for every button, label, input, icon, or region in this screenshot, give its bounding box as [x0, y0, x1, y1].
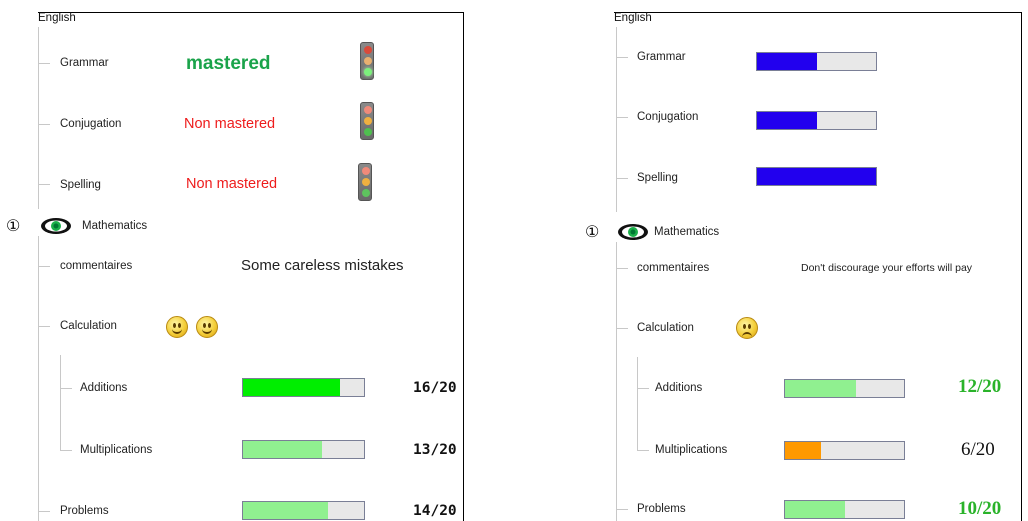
multiplications-score: 6/20 — [961, 439, 995, 460]
spelling-label: Spelling — [60, 179, 101, 191]
problems-progress-bar — [242, 501, 365, 520]
circled-one-marker: ① — [6, 218, 21, 235]
conjugation-label: Conjugation — [637, 111, 699, 123]
traffic-light-icon — [360, 42, 374, 80]
traffic-light-icon — [358, 163, 372, 201]
spelling-progress-bar — [756, 167, 877, 186]
mathematics-subject-label: Mathematics — [82, 220, 148, 232]
comments-label: commentaires — [637, 262, 710, 274]
sad-face-icon — [736, 317, 758, 339]
spelling-progress-fill — [757, 168, 876, 185]
problems-score: 10/20 — [958, 498, 1002, 519]
additions-progress-bar — [784, 379, 905, 398]
multiplications-progress-fill — [243, 441, 322, 458]
grammar-status: mastered — [186, 53, 271, 74]
conjugation-progress-fill — [757, 112, 817, 129]
additions-label: Additions — [655, 382, 703, 394]
spelling-label: Spelling — [637, 172, 678, 184]
multiplications-label: Multiplications — [80, 444, 153, 456]
additions-progress-bar — [242, 378, 365, 397]
multiplications-progress-bar — [242, 440, 365, 459]
multiplications-progress-bar — [784, 441, 905, 460]
grammar-label: Grammar — [637, 51, 686, 63]
additions-score: 12/20 — [958, 376, 1002, 397]
calculation-label: Calculation — [637, 322, 694, 334]
eye-icon[interactable] — [617, 223, 649, 241]
multiplications-progress-fill — [785, 442, 821, 459]
problems-score: 14/20 — [413, 503, 457, 519]
additions-progress-fill — [243, 379, 340, 396]
spelling-status: Non mastered — [186, 176, 278, 192]
problems-progress-fill — [785, 501, 845, 518]
conjugation-label: Conjugation — [60, 118, 122, 130]
comment-text: Some careless mistakes — [241, 257, 404, 274]
english-subject-label: English — [614, 12, 652, 24]
comment-text: Don't discourage your efforts will pay — [801, 262, 973, 274]
mathematics-subject-label: Mathematics — [654, 226, 720, 238]
calculation-label: Calculation — [60, 320, 117, 332]
conjugation-status: Non mastered — [184, 116, 276, 132]
eye-icon[interactable] — [40, 217, 72, 235]
problems-progress-fill — [243, 502, 328, 519]
grammar-label: Grammar — [60, 57, 109, 69]
additions-label: Additions — [80, 382, 128, 394]
english-subject-label: English — [38, 12, 76, 24]
additions-progress-fill — [785, 380, 857, 397]
circled-one-marker: ① — [585, 224, 600, 241]
smiley-icon — [166, 316, 188, 338]
problems-label: Problems — [637, 503, 686, 515]
smiley-icon — [196, 316, 218, 338]
problems-label: Problems — [60, 505, 109, 517]
conjugation-progress-bar — [756, 111, 877, 130]
problems-progress-bar — [784, 500, 905, 519]
additions-score: 16/20 — [413, 380, 457, 396]
multiplications-label: Multiplications — [655, 444, 728, 456]
grammar-progress-bar — [756, 52, 877, 71]
traffic-light-icon — [360, 102, 374, 140]
grammar-progress-fill — [757, 53, 817, 70]
multiplications-score: 13/20 — [413, 442, 457, 458]
comments-label: commentaires — [60, 260, 133, 272]
